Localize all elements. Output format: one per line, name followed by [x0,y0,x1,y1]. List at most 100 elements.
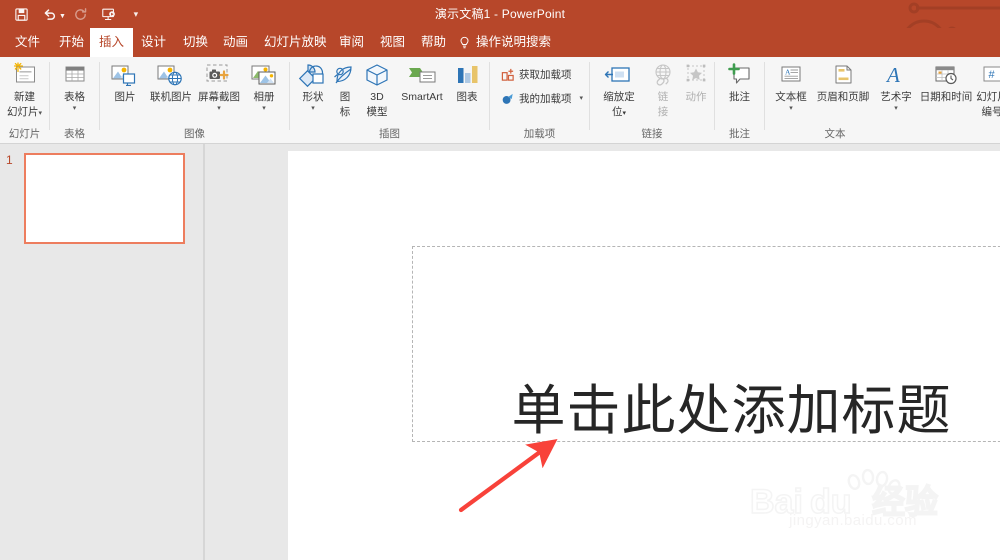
svg-text:A: A [785,68,791,77]
comment-label: 批注 [729,91,750,103]
new-slide-button[interactable]: 新建 幻灯片▾ [2,59,47,118]
icons-label-line1: 图 [339,91,351,103]
slide-editor-pane: 单击此处添加标题 [205,144,1000,560]
word-art-dropdown-icon[interactable]: ▾ [894,105,898,112]
icons-button[interactable]: 图 标 [330,59,360,118]
screenshot-button[interactable]: 屏幕截图 ▾ [194,59,244,112]
comment-button[interactable]: 批注 [717,59,762,104]
new-slide-label-line2: 幻灯片▾ [6,105,42,118]
ribbon[interactable]: 新建 幻灯片▾ 幻灯片 表格 ▾ 表格 图片 联机图片 屏幕截图 ▾ 相册 ▾ … [0,57,1000,144]
slide-thumbnail-1[interactable] [24,153,185,244]
tab-help[interactable]: 帮助 [412,28,455,57]
tab-transitions[interactable]: 切换 [174,28,217,57]
table-label: 表格 [64,91,85,103]
slide-number-icon: # [978,59,1000,89]
link-label-line2: 接 [657,105,669,118]
chart-button[interactable]: 图表 [448,59,486,104]
table-icon [62,59,88,89]
tab-slideshow[interactable]: 幻灯片放映 [255,28,336,57]
my-addins-dropdown-icon[interactable]: ▾ [580,95,584,102]
group-label-slides: 幻灯片 [8,128,41,140]
zoom-button[interactable]: 缩放定 位▾ [592,59,646,119]
online-pictures-icon [156,59,186,89]
ribbon-group-illustrations: 形状 ▾ 图 标 3D 模型 SmartArt 图表 插图 [290,57,489,143]
my-addins-button[interactable]: 我的加载项 ▾ [500,91,583,106]
date-time-label: 日期和时间 [919,91,973,103]
zoom-dropdown-icon[interactable]: ▾ [622,110,626,117]
store-icon [500,67,515,82]
shapes-dropdown-icon[interactable]: ▾ [311,105,315,112]
zoom-icon [604,59,634,89]
tab-file[interactable]: 文件 [6,28,49,57]
new-slide-label-line1: 新建 [14,91,35,103]
action-label: 动作 [685,91,707,103]
table-button[interactable]: 表格 ▾ [52,59,97,112]
shapes-button[interactable]: 形状 ▾ [292,59,334,112]
header-footer-button[interactable]: 页眉和页脚 [813,59,873,104]
text-box-label: 文本框 [775,91,807,103]
tab-home[interactable]: 开始 [50,28,93,57]
slide-number-label-line2: 编号 [981,105,1000,118]
document-title: 演示文稿1 - PowerPoint [434,7,566,21]
save-button[interactable] [8,2,34,26]
pictures-icon [110,59,140,89]
cube-icon [363,59,391,89]
svg-text:#: # [989,69,996,81]
ribbon-group-addins: 获取加载项 我的加载项 ▾ 加载项 [490,57,589,143]
header-footer-label: 页眉和页脚 [816,91,870,103]
ribbon-tab-strip[interactable]: 文件 开始 插入 设计 切换 动画 幻灯片放映 审阅 视图 帮助 操作说明搜索 [0,28,1000,57]
redo-button [68,2,94,26]
smartart-icon [406,59,438,89]
tell-me-search[interactable]: 操作说明搜索 [458,28,551,57]
new-slide-icon [12,59,38,89]
undo-dropdown-icon[interactable]: ▼ [59,13,66,20]
start-slideshow-button[interactable] [96,2,122,26]
icons-label-line2: 标 [339,105,351,118]
link-icon [650,59,676,89]
group-label-illustrations: 插图 [379,128,400,140]
group-label-images: 图像 [184,128,205,140]
ribbon-group-text: A 文本框 ▾ 页眉和页脚 A 艺术字 ▾ 日期和时间 # 幻灯 编 文本 [765,57,1000,143]
tab-animations[interactable]: 动画 [214,28,257,57]
online-pictures-label: 联机图片 [150,91,192,103]
screenshot-dropdown-icon[interactable]: ▾ [217,105,221,112]
quick-access-toolbar[interactable]: ▼ ▾ [8,0,144,28]
slide-number-button[interactable]: # 幻灯片 编号 [971,59,1000,118]
text-box-button[interactable]: A 文本框 ▾ [767,59,815,112]
pictures-label: 图片 [114,91,136,103]
ribbon-group-tables: 表格 ▾ 表格 [50,57,99,143]
my-addins-label: 我的加载项 [519,93,572,105]
date-time-button[interactable]: 日期和时间 [915,59,977,104]
word-art-button[interactable]: A 艺术字 ▾ [873,59,919,112]
chart-icon [453,59,481,89]
screenshot-icon [204,59,234,89]
group-label-addins: 加载项 [523,128,556,140]
3d-models-button[interactable]: 3D 模型 [358,59,396,118]
smartart-button[interactable]: SmartArt [394,59,450,104]
tab-view[interactable]: 视图 [371,28,414,57]
tab-design[interactable]: 设计 [132,28,175,57]
photo-album-button[interactable]: 相册 ▾ [242,59,286,112]
group-label-text: 文本 [824,128,846,140]
title-placeholder[interactable]: 单击此处添加标题 [412,246,1000,442]
text-box-dropdown-icon[interactable]: ▾ [789,105,793,112]
action-icon [682,59,710,89]
tab-review[interactable]: 审阅 [330,28,373,57]
slide-number-label-line1: 幻灯片 [976,91,1000,103]
slide-thumbnail-pane[interactable]: 1 [0,144,203,560]
new-slide-dropdown-icon[interactable]: ▾ [38,110,42,117]
zoom-label-line1: 缩放定 [603,91,635,103]
workspace: 1 单击此处添加标题 Bai du 经验 jingyan.baidu.com [0,144,1000,560]
tab-insert[interactable]: 插入 [90,28,134,57]
slide-canvas[interactable]: 单击此处添加标题 [288,151,1000,560]
online-pictures-button[interactable]: 联机图片 [146,59,196,104]
table-dropdown-icon[interactable]: ▾ [73,105,77,112]
pictures-button[interactable]: 图片 [104,59,146,104]
get-addins-button[interactable]: 获取加载项 [500,67,572,82]
screenshot-label: 屏幕截图 [198,91,240,103]
customize-qat-button[interactable]: ▾ [128,2,144,26]
photo-album-dropdown-icon[interactable]: ▾ [262,105,266,112]
smartart-label: SmartArt [401,91,443,103]
photo-album-label: 相册 [253,91,275,103]
link-button: 链 接 [646,59,680,118]
